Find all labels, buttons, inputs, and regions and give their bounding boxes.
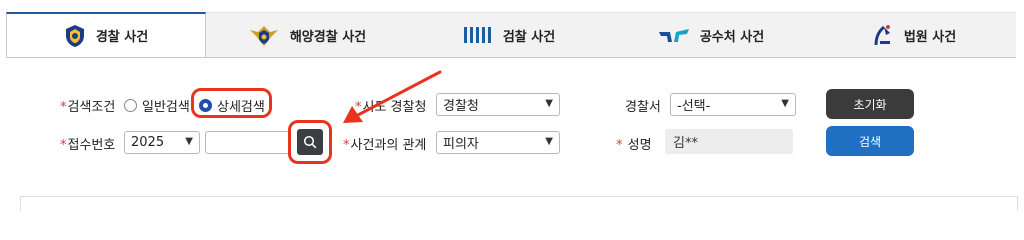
annotation-arrow <box>343 70 442 123</box>
results-panel <box>20 196 1018 211</box>
